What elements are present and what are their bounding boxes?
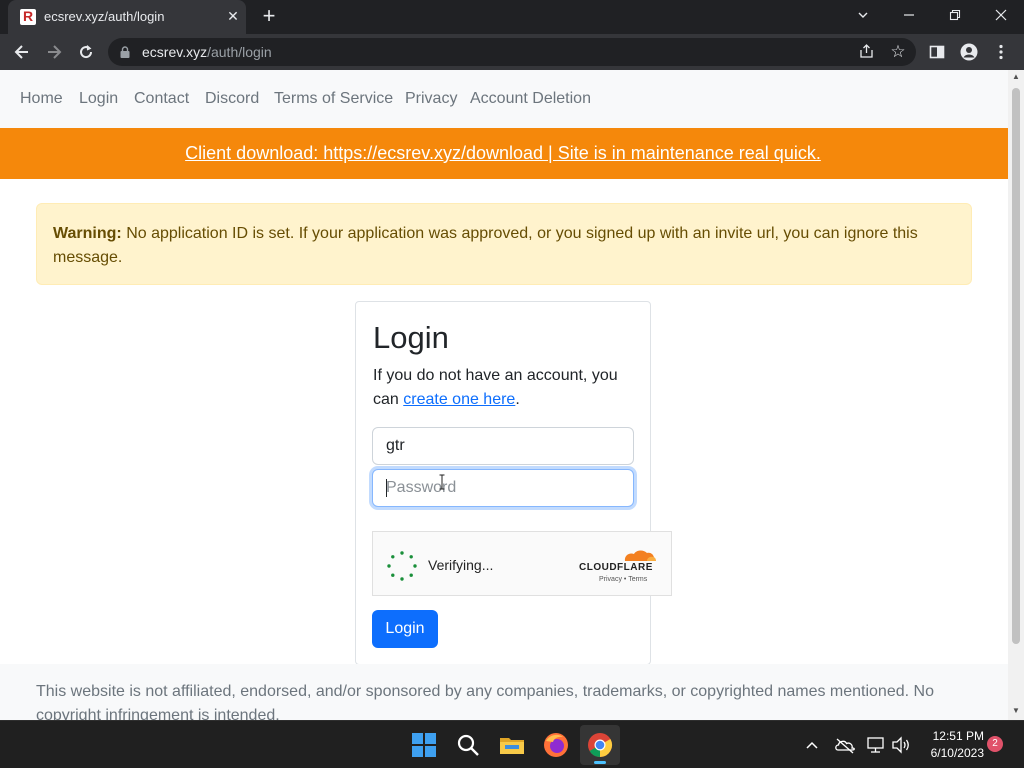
clock-time[interactable]: 12:51 PM bbox=[922, 729, 984, 743]
page-viewport: Home Login Contact Discord Terms of Serv… bbox=[0, 70, 1008, 720]
url-text[interactable]: ecsrev.xyz/auth/login bbox=[142, 44, 272, 60]
nav-link-privacy[interactable]: Privacy bbox=[405, 90, 457, 108]
tab-close-icon[interactable]: ✕ bbox=[224, 7, 242, 25]
captcha-link-separator: • bbox=[623, 576, 627, 583]
search-icon[interactable] bbox=[448, 725, 488, 765]
clock-date[interactable]: 6/10/2023 bbox=[916, 746, 984, 760]
login-subtitle-suffix: . bbox=[515, 391, 520, 408]
share-icon[interactable] bbox=[856, 42, 876, 62]
captcha-privacy-link[interactable]: Privacy bbox=[599, 576, 622, 583]
scroll-up-icon[interactable]: ▲ bbox=[1008, 72, 1024, 84]
nav-link-terms-of-service[interactable]: Terms of Service bbox=[274, 90, 393, 108]
login-title: Login bbox=[373, 320, 449, 355]
new-tab-button[interactable]: + bbox=[258, 5, 280, 28]
nav-link-login[interactable]: Login bbox=[79, 90, 118, 108]
tab-search-icon[interactable] bbox=[840, 0, 886, 34]
tab-title: ecsrev.xyz/auth/login bbox=[44, 9, 165, 24]
nav-link-contact[interactable]: Contact bbox=[134, 90, 189, 108]
footer-disclaimer: This website is not affiliated, endorsed… bbox=[36, 683, 934, 720]
close-icon[interactable] bbox=[978, 0, 1024, 34]
loading-spinner-icon bbox=[387, 551, 417, 581]
kebab-menu-icon[interactable] bbox=[988, 39, 1014, 65]
create-account-link[interactable]: create one here bbox=[403, 391, 515, 408]
cloudflare-wordmark: CLOUDFLARE bbox=[579, 562, 653, 573]
login-button[interactable]: Login bbox=[372, 610, 438, 648]
profile-icon[interactable] bbox=[956, 39, 982, 65]
text-caret bbox=[386, 479, 387, 497]
page-scrollbar[interactable]: ▲ ▼ bbox=[1008, 70, 1024, 720]
captcha-terms-link[interactable]: Terms bbox=[628, 576, 647, 583]
restore-icon[interactable] bbox=[932, 0, 978, 34]
address-bar[interactable]: ecsrev.xyz/auth/login ☆ bbox=[108, 38, 916, 66]
browser-tab-strip: ecsrev.xyz/auth/login ✕ + bbox=[0, 0, 1024, 34]
announcement-banner: Client download: https://ecsrev.xyz/down… bbox=[0, 128, 1008, 179]
forward-arrow-icon[interactable] bbox=[41, 39, 67, 65]
cloudflare-captcha-widget[interactable]: Verifying... CLOUDFLARE Privacy • Terms bbox=[372, 531, 672, 596]
nav-link-account-deletion[interactable]: Account Deletion bbox=[470, 90, 591, 108]
warning-message: No application ID is set. If your applic… bbox=[53, 225, 918, 266]
windows-start-icon[interactable] bbox=[404, 725, 444, 765]
chevron-up-icon[interactable] bbox=[802, 735, 822, 755]
announcement-link[interactable]: Client download: https://ecsrev.xyz/down… bbox=[0, 143, 1006, 164]
warning-alert: Warning: No application ID is set. If yo… bbox=[36, 203, 972, 285]
nav-link-discord[interactable]: Discord bbox=[205, 90, 259, 108]
username-input[interactable] bbox=[372, 427, 634, 465]
browser-tab[interactable]: ecsrev.xyz/auth/login ✕ bbox=[8, 0, 246, 34]
captcha-status: Verifying... bbox=[428, 557, 494, 573]
login-card: Login If you do not have an account, you… bbox=[355, 301, 672, 665]
browser-toolbar: ecsrev.xyz/auth/login ☆ bbox=[0, 34, 1024, 70]
warning-text: Warning: No application ID is set. If yo… bbox=[53, 222, 953, 270]
url-path: /auth/login bbox=[207, 44, 272, 60]
lock-icon[interactable] bbox=[120, 46, 130, 58]
firefox-icon[interactable] bbox=[536, 725, 576, 765]
ibeam-cursor-icon bbox=[439, 474, 445, 490]
windows-taskbar: 12:51 PM 6/10/2023 2 bbox=[0, 720, 1024, 768]
network-icon[interactable] bbox=[866, 735, 888, 755]
file-explorer-icon[interactable] bbox=[492, 725, 532, 765]
minimize-icon[interactable] bbox=[886, 0, 932, 34]
chrome-icon[interactable] bbox=[580, 725, 620, 765]
favicon-r-icon bbox=[20, 8, 36, 25]
warning-label: Warning: bbox=[53, 225, 122, 242]
site-footer: This website is not affiliated, endorsed… bbox=[0, 664, 1008, 720]
active-app-indicator bbox=[594, 761, 606, 764]
notification-badge[interactable]: 2 bbox=[987, 736, 1003, 752]
onedrive-cloud-icon[interactable] bbox=[834, 735, 856, 755]
scroll-down-icon[interactable]: ▼ bbox=[1008, 706, 1024, 718]
password-input[interactable] bbox=[372, 469, 634, 507]
side-panel-icon[interactable] bbox=[924, 39, 950, 65]
login-subtitle: If you do not have an account, you can c… bbox=[373, 364, 635, 412]
reload-icon[interactable] bbox=[73, 39, 99, 65]
star-icon[interactable]: ☆ bbox=[888, 42, 908, 62]
scrollbar-thumb[interactable] bbox=[1012, 88, 1020, 644]
back-arrow-icon[interactable] bbox=[9, 39, 35, 65]
nav-link-home[interactable]: Home bbox=[20, 90, 63, 108]
url-host: ecsrev.xyz bbox=[142, 44, 208, 60]
site-navbar: Home Login Contact Discord Terms of Serv… bbox=[0, 70, 1008, 128]
volume-icon[interactable] bbox=[890, 735, 912, 755]
captcha-links: Privacy • Terms bbox=[599, 576, 647, 583]
